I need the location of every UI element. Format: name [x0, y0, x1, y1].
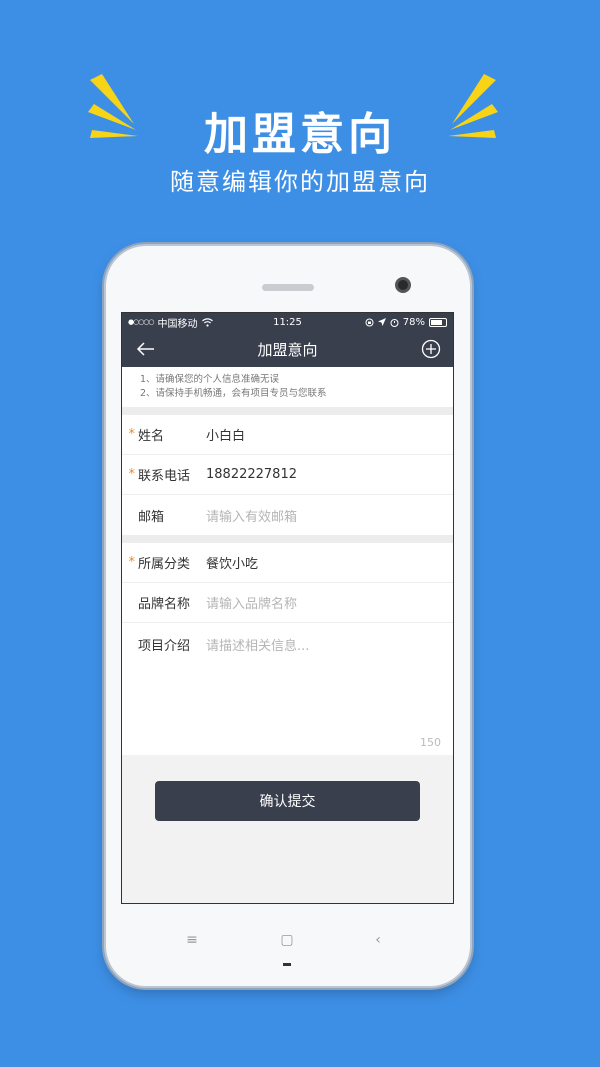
location-icon: [377, 318, 386, 326]
battery-percent: 78%: [402, 316, 425, 328]
phone-sensor: [283, 963, 291, 966]
promo-subtitle: 随意编辑你的加盟意向: [170, 168, 430, 196]
name-field[interactable]: * 姓名 小白白: [122, 415, 453, 455]
brand-input[interactable]: 请输入品牌名称: [206, 593, 297, 612]
carrier-name: 中国移动: [157, 318, 198, 330]
phone-value[interactable]: 18822227812: [206, 467, 297, 482]
menu-key-icon[interactable]: ≡: [182, 930, 202, 950]
submit-button[interactable]: 确认提交: [155, 781, 420, 821]
email-field[interactable]: 邮箱 请输入有效邮箱: [122, 495, 453, 535]
app-screen: ●○○○○ 中国移动 11:25 78% 加盟意向 1、请确保您的个人信息准确无…: [121, 312, 454, 904]
brand-label: 品牌名称: [138, 597, 191, 612]
intro-label: 项目介绍: [138, 639, 191, 654]
brand-field[interactable]: 品牌名称 请输入品牌名称: [122, 583, 453, 623]
phone-label: 联系电话: [138, 469, 191, 484]
home-key-icon[interactable]: ▢: [277, 930, 297, 950]
device-nav-keys: ≡ ▢ ‹: [106, 930, 470, 954]
char-count: 150: [420, 736, 441, 749]
section-divider: [122, 407, 453, 415]
name-value[interactable]: 小白白: [206, 425, 245, 444]
notice-line-1: 1、请确保您的个人信息准确无误: [140, 374, 280, 385]
page-title: 加盟意向: [257, 340, 318, 359]
phone-speaker: [262, 284, 314, 291]
wifi-icon: [201, 317, 213, 327]
phone-field[interactable]: * 联系电话 18822227812: [122, 455, 453, 495]
back-key-icon[interactable]: ‹: [368, 930, 388, 950]
intro-textarea[interactable]: 请描述相关信息...: [206, 635, 309, 654]
email-label: 邮箱: [138, 509, 165, 525]
category-field[interactable]: * 所属分类 餐饮小吃: [122, 543, 453, 583]
status-bar: ●○○○○ 中国移动 11:25 78%: [122, 313, 453, 331]
promo-title: 加盟意向: [204, 109, 396, 160]
arrow-left-icon[interactable]: [134, 338, 158, 360]
notice-line-2: 2、请保持手机畅通，会有项目专员与您联系: [140, 388, 327, 399]
category-value[interactable]: 餐饮小吃: [206, 553, 258, 572]
required-mark: *: [128, 555, 136, 570]
alarm-icon: [390, 318, 399, 327]
email-input[interactable]: 请输入有效邮箱: [206, 506, 297, 525]
plus-circle-icon[interactable]: [421, 339, 441, 359]
rotation-lock-icon: [365, 318, 374, 326]
notice-box: 1、请确保您的个人信息准确无误 2、请保持手机畅通，会有项目专员与您联系: [122, 367, 453, 407]
signal-icon: ●○○○○: [128, 318, 155, 326]
phone-camera: [395, 277, 411, 293]
submit-area: 确认提交: [122, 755, 453, 903]
required-mark: *: [128, 467, 136, 482]
required-mark: *: [128, 427, 136, 442]
name-label: 姓名: [138, 429, 165, 444]
category-label: 所属分类: [138, 557, 191, 572]
battery-icon: [429, 317, 447, 327]
section-divider: [122, 535, 453, 543]
nav-bar: 加盟意向: [122, 331, 453, 367]
intro-field[interactable]: 项目介绍 请描述相关信息... 150: [122, 623, 453, 755]
phone-frame: ●○○○○ 中国移动 11:25 78% 加盟意向 1、请确保您的个人信息准确无…: [106, 246, 470, 986]
